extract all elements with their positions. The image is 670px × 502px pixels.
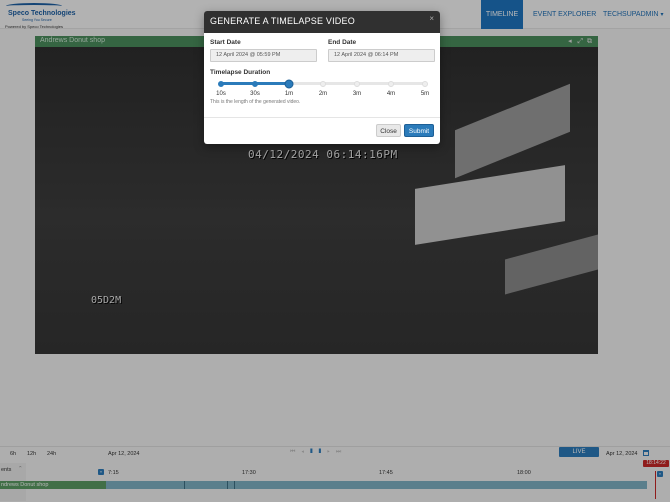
- duration-slider[interactable]: [218, 79, 428, 88]
- duration-option-label[interactable]: 5m: [421, 91, 429, 97]
- modal-footer-divider: [204, 117, 440, 118]
- modal-header: GENERATE A TIMELAPSE VIDEO ×: [204, 11, 440, 33]
- close-icon[interactable]: ×: [429, 14, 434, 23]
- slider-tick[interactable]: [388, 80, 394, 87]
- close-button[interactable]: Close: [376, 124, 401, 137]
- slider-tick[interactable]: [252, 80, 258, 87]
- duration-option-label[interactable]: 30s: [250, 91, 260, 97]
- duration-option-label[interactable]: 2m: [319, 91, 327, 97]
- end-date-field[interactable]: 12 April 2024 @ 06:14 PM: [328, 49, 435, 62]
- duration-label: Timelapse Duration: [210, 69, 271, 76]
- app-page: Speco Technologies Seeing You Secure Pow…: [0, 0, 670, 502]
- duration-help-text: This is the length of the generated vide…: [210, 99, 301, 105]
- duration-option-label[interactable]: 3m: [353, 91, 361, 97]
- duration-option-label[interactable]: 10s: [216, 91, 226, 97]
- slider-tick[interactable]: [422, 80, 428, 87]
- start-date-field[interactable]: 12 April 2024 @ 05:59 PM: [210, 49, 317, 62]
- end-date-label: End Date: [328, 39, 357, 46]
- duration-option-label[interactable]: 4m: [387, 91, 395, 97]
- modal-title: GENERATE A TIMELAPSE VIDEO: [210, 16, 355, 26]
- start-date-label: Start Date: [210, 39, 241, 46]
- submit-button[interactable]: Submit: [404, 124, 434, 137]
- slider-thumb[interactable]: [284, 79, 294, 88]
- slider-tick[interactable]: [320, 80, 326, 87]
- slider-tick[interactable]: [218, 80, 224, 87]
- slider-tick[interactable]: [354, 80, 360, 87]
- duration-option-label[interactable]: 1m: [285, 91, 293, 97]
